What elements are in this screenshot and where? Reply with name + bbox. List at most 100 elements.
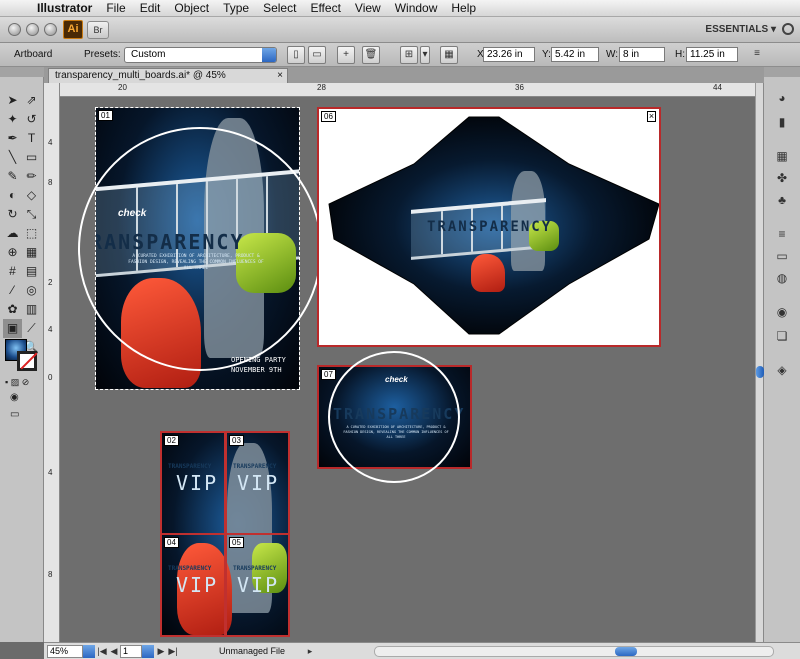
selection-circle[interactable] (78, 127, 322, 371)
portrait-orientation-button[interactable]: ▯ (287, 46, 305, 64)
warp-tool-icon[interactable]: ☁ (3, 224, 22, 243)
panel-dock-header[interactable] (764, 67, 800, 77)
menu-select[interactable]: Select (256, 1, 303, 15)
pencil-tool-icon[interactable]: ✏ (22, 167, 41, 186)
first-artboard-button[interactable]: |◀ (96, 645, 108, 658)
y-field[interactable]: 5.42 in (551, 47, 599, 62)
artboard-number-field[interactable]: 1 (120, 645, 142, 658)
type-tool-icon[interactable]: T (22, 129, 41, 148)
stroke-swatch[interactable] (17, 351, 37, 371)
line-tool-icon[interactable]: ╲ (3, 148, 22, 167)
screen-mode-icon[interactable]: ▭ (10, 409, 19, 420)
scale-tool-icon[interactable]: ⤡ (22, 205, 41, 224)
vertical-ruler[interactable]: 4 8 2 4 0 4 8 (44, 83, 60, 642)
height-field[interactable]: 11.25 in (686, 47, 738, 62)
artboard-dropdown-icon[interactable] (142, 645, 154, 658)
artboard-06[interactable]: TRANSPARENCY 06 × (317, 107, 661, 347)
document-tab[interactable]: transparency_multi_boards.ai* @ 45% (CMY… (48, 68, 288, 95)
direct-selection-tool-icon[interactable]: ⇗ (22, 91, 41, 110)
slice-tool-icon[interactable]: ⟋ (22, 319, 41, 338)
menu-app-name[interactable]: Illustrator (30, 1, 99, 15)
blob-brush-tool-icon[interactable]: ◐ (3, 186, 22, 205)
tools-panel-header[interactable] (0, 67, 44, 77)
reference-dropdown-button[interactable]: ▾ (420, 46, 430, 64)
menu-edit[interactable]: Edit (133, 1, 168, 15)
gradient-tool-icon[interactable]: ▤ (22, 262, 41, 281)
artboard-05[interactable]: TRANSPARENCY VIP 05 (225, 533, 290, 637)
symbol-sprayer-tool-icon[interactable]: ✿ (3, 300, 22, 319)
presets-dropdown[interactable]: Custom (124, 47, 277, 63)
drawing-mode-icon[interactable]: ◉ (10, 392, 19, 403)
workspace-switcher[interactable]: ESSENTIALS ▾ (705, 24, 776, 35)
graphic-styles-icon[interactable]: ❏ (774, 329, 790, 343)
graph-tool-icon[interactable]: ▥ (22, 300, 41, 319)
color-mode-buttons[interactable]: ▪ ▨ ⊘ (5, 377, 29, 388)
next-artboard-button[interactable]: ▶ (155, 645, 167, 658)
x-field[interactable]: 23.26 in (483, 47, 535, 62)
mesh-tool-icon[interactable]: # (3, 262, 22, 281)
eyedropper-tool-icon[interactable]: ⁄ (3, 281, 22, 300)
width-field[interactable]: 8 in (619, 47, 665, 62)
free-transform-tool-icon[interactable]: ⬚ (22, 224, 41, 243)
menu-help[interactable]: Help (444, 1, 483, 15)
stroke-panel-icon[interactable]: ≡ (774, 227, 790, 241)
horizontal-ruler[interactable]: 20 28 36 44 (60, 83, 755, 97)
zoom-window-button[interactable] (44, 23, 57, 36)
gradient-panel-icon[interactable]: ▭ (774, 249, 790, 263)
paintbrush-tool-icon[interactable]: ✎ (3, 167, 22, 186)
color-panel-icon[interactable]: ◕ (774, 91, 790, 105)
menu-window[interactable]: Window (388, 1, 445, 15)
selection-tool-icon[interactable]: ➤ (3, 91, 22, 110)
rectangle-tool-icon[interactable]: ▭ (22, 148, 41, 167)
swatches-panel-icon[interactable]: ▦ (774, 149, 790, 163)
close-window-button[interactable] (8, 23, 21, 36)
shape-builder-tool-icon[interactable]: ⊕ (3, 243, 22, 262)
zoom-field[interactable]: 45% (47, 645, 83, 658)
last-artboard-button[interactable]: ▶| (167, 645, 179, 658)
eraser-tool-icon[interactable]: ◇ (22, 186, 41, 205)
new-artboard-button[interactable]: + (337, 46, 355, 64)
reference-point-button[interactable]: ⊞ (400, 46, 418, 64)
perspective-grid-tool-icon[interactable]: ▦ (22, 243, 41, 262)
color-guide-icon[interactable]: ▮ (774, 115, 790, 129)
transparency-panel-icon[interactable]: ◍ (774, 271, 790, 285)
pen-tool-icon[interactable]: ✒ (3, 129, 22, 148)
layers-panel-icon[interactable]: ◈ (774, 363, 790, 377)
panel-menu-icon[interactable]: ≡ (750, 46, 764, 64)
artboard-canvas[interactable]: check TRANSPARENCY A CURATED EXHIBITION … (60, 97, 755, 642)
artboard-options-button[interactable]: ▦ (440, 46, 458, 64)
delete-artboard-button[interactable]: 🗑 (362, 46, 380, 64)
zoom-dropdown-icon[interactable] (83, 645, 95, 658)
menu-effect[interactable]: Effect (303, 1, 347, 15)
vertical-scrollbar[interactable] (755, 83, 764, 642)
lasso-tool-icon[interactable]: ↺ (22, 110, 41, 129)
fill-stroke-swatches[interactable] (5, 339, 39, 373)
status-menu-icon[interactable]: ▸ (304, 645, 316, 658)
brushes-panel-icon[interactable]: ✤ (774, 171, 790, 185)
vertical-scroll-thumb[interactable] (756, 366, 764, 378)
horizontal-scrollbar[interactable] (374, 646, 774, 657)
blend-tool-icon[interactable]: ◎ (22, 281, 41, 300)
selection-circle[interactable] (328, 351, 460, 483)
bridge-button[interactable]: Br (87, 21, 109, 39)
close-icon[interactable]: × (647, 111, 656, 122)
search-icon[interactable] (782, 23, 794, 35)
horizontal-scroll-thumb[interactable] (615, 647, 637, 656)
artboard-02[interactable]: TRANSPARENCY VIP 02 (160, 431, 226, 535)
red-chair-graphic (471, 254, 505, 292)
menu-type[interactable]: Type (216, 1, 256, 15)
artboard-04[interactable]: TRANSPARENCY VIP 04 (160, 533, 226, 637)
rotate-tool-icon[interactable]: ↻ (3, 205, 22, 224)
magic-wand-tool-icon[interactable]: ✦ (3, 110, 22, 129)
prev-artboard-button[interactable]: ◀ (108, 645, 120, 658)
menu-view[interactable]: View (348, 1, 388, 15)
artboard-tool-icon[interactable]: ▣ (3, 319, 22, 338)
artboard-03[interactable]: TRANSPARENCY VIP 03 (225, 431, 290, 535)
landscape-orientation-button[interactable]: ▭ (308, 46, 326, 64)
symbols-panel-icon[interactable]: ♣ (774, 193, 790, 207)
minimize-window-button[interactable] (26, 23, 39, 36)
menu-file[interactable]: File (99, 1, 132, 15)
appearance-panel-icon[interactable]: ◉ (774, 305, 790, 319)
menu-object[interactable]: Object (167, 1, 216, 15)
close-icon[interactable]: × (277, 69, 283, 83)
